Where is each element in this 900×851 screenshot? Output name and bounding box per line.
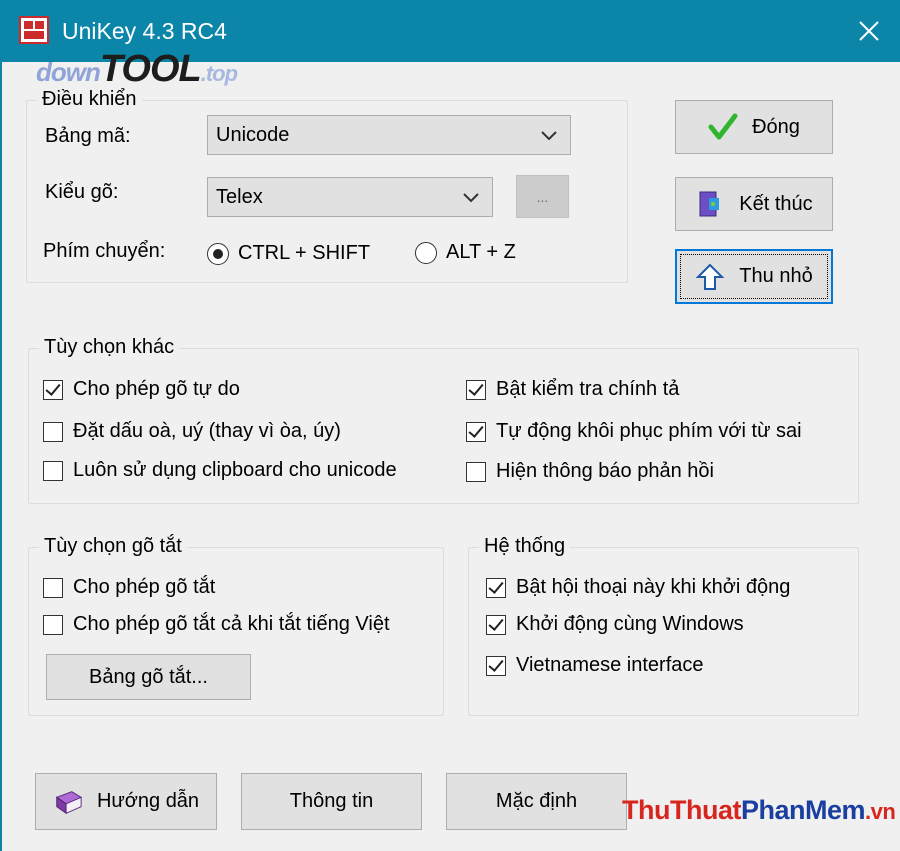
system-legend: Hệ thống	[479, 535, 571, 558]
checkbox-modern-tone[interactable]: Đặt dấu oà, uý (thay vì òa, úy)	[43, 420, 341, 443]
checkbox	[43, 460, 63, 481]
checkbox	[466, 461, 486, 482]
checkbox-auto-restore[interactable]: Tự động khôi phục phím với từ sai	[466, 420, 802, 443]
default-button[interactable]: Mặc định	[446, 773, 627, 830]
control-group-legend: Điều khiển	[37, 88, 142, 111]
exit-door-icon	[699, 191, 720, 217]
unikey-app-icon	[19, 16, 49, 44]
minimize-button[interactable]: Thu nhỏ	[675, 249, 833, 304]
help-button[interactable]: Hướng dẫn	[35, 773, 217, 830]
arrow-up-icon	[695, 263, 725, 290]
input-method-value: Telex	[216, 185, 263, 208]
charset-select[interactable]: Unicode	[207, 115, 571, 155]
window-title: UniKey 4.3 RC4	[62, 18, 227, 44]
close-icon	[859, 21, 879, 41]
checkbox-free-typing[interactable]: Cho phép gõ tự do	[43, 378, 240, 401]
other-options-legend: Tùy chọn khác	[39, 336, 180, 359]
chevron-down-icon	[541, 131, 557, 141]
checkbox	[486, 655, 506, 676]
checkbox	[486, 577, 506, 598]
window-close-button[interactable]	[838, 0, 900, 62]
checkbox	[43, 577, 63, 598]
shortcut-options-legend: Tùy chọn gõ tắt	[39, 535, 187, 558]
radio-alt-z[interactable]: ALT + Z	[415, 241, 516, 264]
checkbox	[486, 614, 506, 635]
checkbox	[43, 379, 63, 400]
close-dialog-button[interactable]: Đóng	[675, 100, 833, 154]
input-method-label: Kiểu gõ:	[45, 181, 119, 203]
watermark-thuthuatphanmem: ThuThuatPhanMem.vn	[622, 795, 896, 825]
watermark-downtool: downTOOL.top	[36, 48, 238, 90]
switch-key-label: Phím chuyển:	[43, 240, 166, 262]
checkbox-spell-check[interactable]: Bật kiểm tra chính tả	[466, 378, 679, 401]
checkbox-enable-shortcut[interactable]: Cho phép gõ tắt	[43, 576, 215, 599]
charset-label: Bảng mã:	[45, 125, 131, 147]
checkbox	[466, 379, 486, 400]
checkbox	[43, 614, 63, 635]
info-button[interactable]: Thông tin	[241, 773, 422, 830]
checkbox-shortcut-when-off[interactable]: Cho phép gõ tắt cả khi tắt tiếng Việt	[43, 613, 390, 636]
checkbox-clipboard-unicode[interactable]: Luôn sử dụng clipboard cho unicode	[43, 459, 397, 482]
exit-button[interactable]: Kết thúc	[675, 177, 833, 231]
checkbox	[466, 421, 486, 442]
input-method-select[interactable]: Telex	[207, 177, 493, 217]
charset-value: Unicode	[216, 123, 290, 146]
checkbox	[43, 421, 63, 442]
book-icon	[55, 790, 83, 814]
chevron-down-icon	[463, 193, 479, 203]
shortcut-table-button[interactable]: Bảng gõ tắt...	[46, 654, 251, 700]
checkbox-show-on-startup[interactable]: Bật hội thoại này khi khởi động	[486, 576, 790, 599]
radio-button	[415, 241, 437, 264]
checkbox-vietnamese-interface[interactable]: Vietnamese interface	[486, 654, 704, 677]
input-method-options-button[interactable]: ...	[516, 175, 569, 218]
checkbox-show-feedback[interactable]: Hiện thông báo phản hồi	[466, 460, 714, 483]
checkmark-icon	[708, 113, 738, 140]
radio-ctrl-shift[interactable]: CTRL + SHIFT	[207, 242, 370, 265]
window-border	[0, 62, 2, 851]
checkbox-start-with-windows[interactable]: Khởi động cùng Windows	[486, 613, 744, 636]
radio-button	[207, 242, 229, 265]
